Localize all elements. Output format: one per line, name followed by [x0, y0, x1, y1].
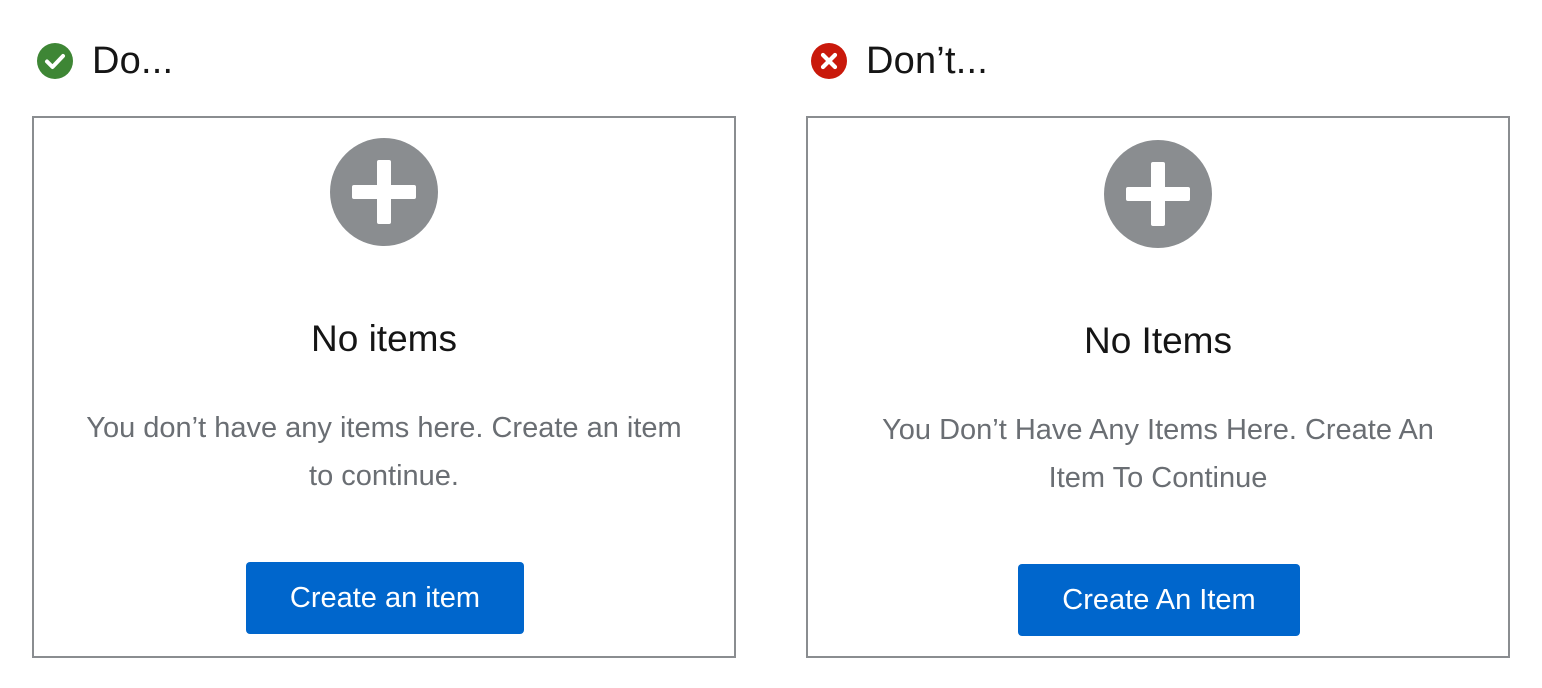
create-item-button[interactable]: Create an item	[246, 562, 524, 634]
do-heading-label: Do...	[92, 39, 174, 82]
dont-example: Don’t... No Items You Don’t Have Any Ite…	[806, 0, 1510, 688]
create-item-button[interactable]: Create An Item	[1018, 564, 1300, 636]
times-circle-icon	[811, 43, 847, 79]
plus-circle-icon	[330, 138, 438, 246]
dont-heading: Don’t...	[811, 38, 988, 84]
empty-state-card: No Items You Don’t Have Any Items Here. …	[806, 116, 1510, 658]
empty-state-card: No items You don’t have any items here. …	[32, 116, 736, 658]
empty-state-title: No items	[311, 318, 457, 359]
do-heading: Do...	[37, 38, 173, 84]
check-circle-icon	[37, 43, 73, 79]
empty-state-body: You Don’t Have Any Items Here. Create An…	[882, 414, 1434, 494]
plus-circle-icon	[1104, 140, 1212, 248]
empty-state-body: You don’t have any items here. Create an…	[86, 412, 682, 492]
dont-heading-label: Don’t...	[866, 39, 988, 82]
do-example: Do... No items You don’t have any items …	[32, 0, 736, 688]
empty-state-title: No Items	[1083, 320, 1233, 361]
